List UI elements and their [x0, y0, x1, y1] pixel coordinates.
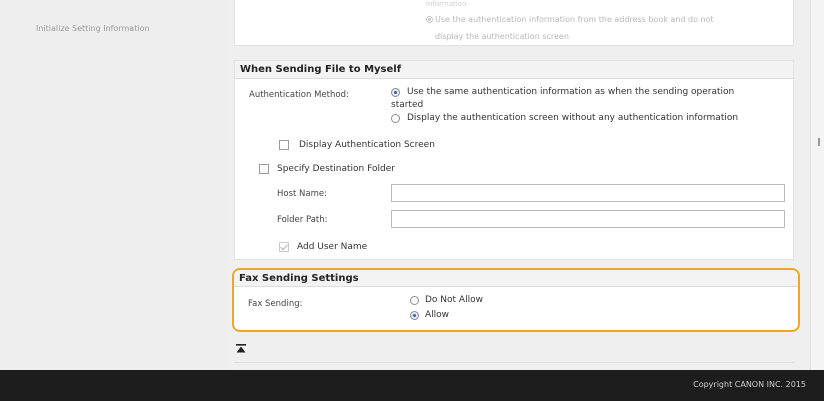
add-user-name-label: Add User Name	[297, 242, 368, 252]
fax-section-title: Fax Sending Settings	[234, 270, 798, 287]
address-book-auth-option-line1: Use the authentication information from …	[435, 15, 714, 24]
fax-sending-label: Fax Sending:	[248, 299, 303, 309]
address-book-auth-option-line2: display the authentication screen	[435, 32, 569, 41]
back-to-top-icon[interactable]	[236, 344, 246, 354]
host-name-input[interactable]	[391, 184, 785, 202]
auth-display-label: Display the authentication screen withou…	[407, 113, 739, 123]
scroll-marker	[818, 138, 820, 146]
auth-display-radio[interactable]	[391, 114, 400, 123]
fax-do-not-allow-label: Do Not Allow	[425, 295, 483, 305]
auth-same-label-line2: started	[391, 100, 424, 110]
previous-section-panel: information Use the authentication infor…	[234, 0, 794, 46]
fax-do-not-allow-radio[interactable]	[410, 296, 419, 305]
footer: Copyright CANON INC. 2015	[0, 370, 824, 401]
display-auth-screen-checkbox[interactable]	[279, 140, 289, 150]
auth-same-radio[interactable]	[391, 88, 400, 97]
specify-destination-folder-label: Specify Destination Folder	[277, 164, 395, 174]
copyright-text: Copyright CANON INC. 2015	[693, 380, 806, 389]
sidebar: Initialize Setting Information	[0, 0, 226, 370]
add-user-name-checkbox[interactable]	[279, 242, 289, 252]
display-auth-screen-label: Display Authentication Screen	[299, 140, 435, 150]
sidebar-item-initialize-setting-information[interactable]: Initialize Setting Information	[36, 24, 150, 33]
send-to-myself-section: When Sending File to Myself Authenticati…	[234, 60, 794, 260]
divider	[234, 362, 794, 363]
section-title: When Sending File to Myself	[235, 61, 793, 79]
folder-path-label: Folder Path:	[277, 215, 328, 225]
main-content: information Use the authentication infor…	[226, 0, 810, 370]
scroll-edge[interactable]	[810, 0, 824, 370]
fax-sending-settings-section: Fax Sending Settings Fax Sending: Do Not…	[232, 268, 800, 332]
address-book-auth-radio	[426, 16, 433, 23]
host-name-label: Host Name:	[277, 189, 327, 199]
specify-destination-folder-checkbox[interactable]	[259, 164, 269, 174]
auth-method-label: Authentication Method:	[249, 90, 349, 100]
fax-allow-radio[interactable]	[410, 311, 419, 320]
fax-allow-label: Allow	[425, 310, 450, 320]
faint-text: information	[426, 0, 467, 8]
auth-same-label-line1: Use the same authentication information …	[407, 87, 735, 97]
folder-path-input[interactable]	[391, 210, 785, 228]
